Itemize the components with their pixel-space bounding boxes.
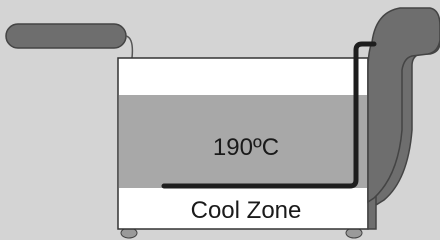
fryer-illustration: 190ºC Cool Zone (5, 7, 440, 239)
fryer-diagram: 190ºC Cool Zone (0, 0, 440, 240)
oil-temperature-label: 190ºC (213, 134, 279, 161)
left-handle (5, 23, 127, 49)
cool-zone-label: Cool Zone (191, 197, 302, 224)
handle-connector (125, 35, 134, 59)
